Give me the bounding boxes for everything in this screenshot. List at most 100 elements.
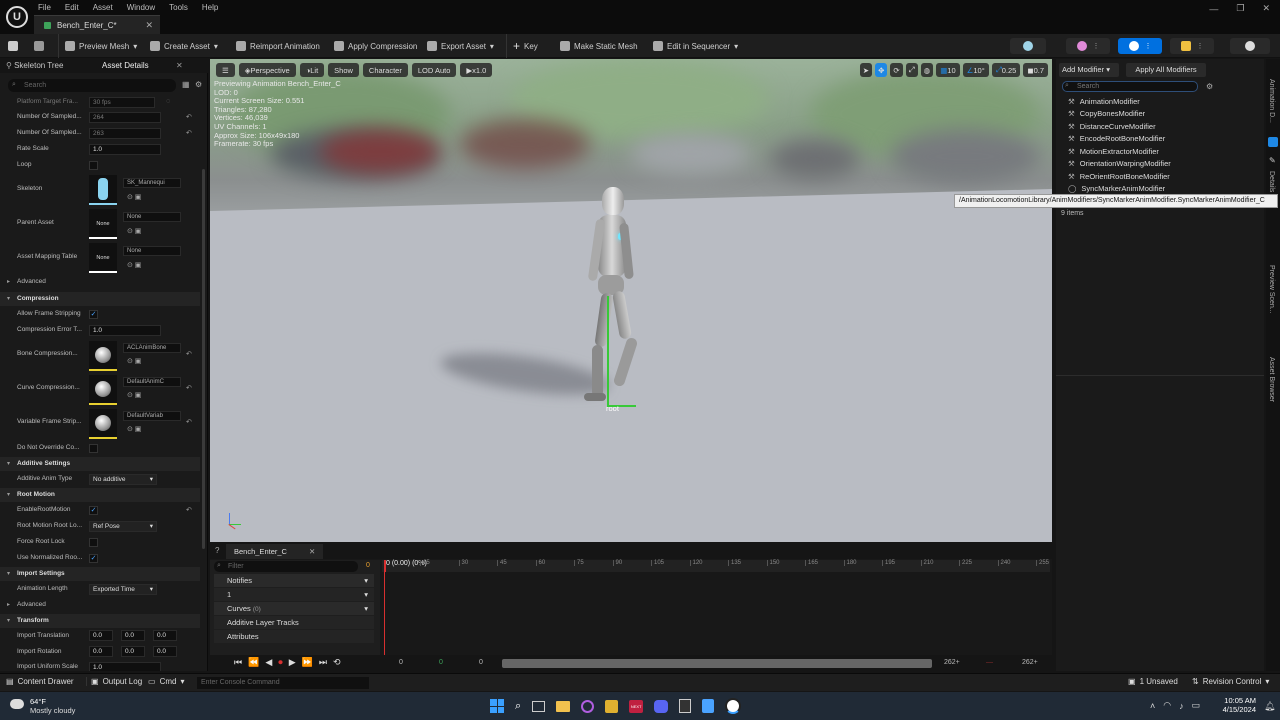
next-app-icon[interactable]: NEXT <box>629 699 644 713</box>
modifier-search-input[interactable]: Search <box>1062 81 1198 92</box>
rate-scale-field[interactable]: 1.0 <box>89 144 161 155</box>
document-tab[interactable]: Bench_Enter_C* ✕ <box>34 15 160 34</box>
number-sampled-frames-field[interactable]: 264 <box>89 112 161 123</box>
key-button[interactable]: + Key <box>506 34 538 58</box>
parent-asset-picker[interactable]: None <box>123 212 181 222</box>
track-area[interactable] <box>382 573 1050 655</box>
parent-asset-thumbnail[interactable]: None <box>89 209 117 239</box>
wifi-icon[interactable]: ◠ <box>1163 700 1171 711</box>
tab-details[interactable]: Details <box>1268 171 1275 192</box>
time-ruler[interactable]: 0 (0.00) (0%) 15 30 45 60 75 90 105 120 135 150 16… <box>382 560 1050 572</box>
reset-arrow-icon[interactable]: ↶ <box>186 506 192 514</box>
skeleton-mode-button[interactable] <box>1010 38 1046 54</box>
world-local-icon[interactable]: ◍ <box>920 63 934 77</box>
root-motion-lock-select[interactable]: Ref Pose ▾ <box>89 521 157 532</box>
record-icon[interactable]: ⏺ <box>278 657 283 668</box>
reset-arrow-icon[interactable]: ↶ <box>186 418 192 426</box>
rotation-y-field[interactable]: 0.0 <box>121 646 145 657</box>
make-static-mesh-button[interactable]: Make Static Mesh <box>560 34 638 58</box>
reimport-animation-button[interactable]: Reimport Animation <box>236 34 320 58</box>
allow-frame-stripping-checkbox[interactable]: ✓ <box>89 310 98 319</box>
platform-target-select[interactable]: 30 fps <box>89 97 155 108</box>
translation-z-field[interactable]: 0.0 <box>153 630 177 641</box>
skeleton-thumbnail[interactable] <box>89 175 117 205</box>
rotation-x-field[interactable]: 0.0 <box>89 646 113 657</box>
discord-icon[interactable] <box>654 699 669 713</box>
notify-track-row[interactable]: 1 ▾ <box>214 588 374 601</box>
asset-mapping-thumbnail[interactable]: None <box>89 243 117 273</box>
obs-icon[interactable] <box>581 699 595 713</box>
start-frame-c[interactable]: 0 <box>479 659 483 666</box>
table-view-icon[interactable]: ▦ <box>182 80 190 89</box>
advanced-expander[interactable]: ▸ Advanced <box>0 277 200 289</box>
notifies-track[interactable]: Notifies ▾ <box>214 574 374 587</box>
rotation-snap-button[interactable]: ∠ 10° <box>962 63 989 77</box>
modifier-item[interactable]: ⚒ MotionExtractorModifier <box>1068 145 1159 157</box>
add-modifier-button[interactable]: Add Modifier ▾ <box>1059 63 1119 77</box>
close-panel-icon[interactable]: ✕ <box>176 61 183 70</box>
tab-asset-browser[interactable]: Asset Browser <box>1268 357 1275 402</box>
attributes-track[interactable]: Attributes <box>214 630 374 643</box>
browse-to-asset-icon[interactable]: ⊙ ▣ <box>127 261 141 269</box>
start-frame-a[interactable]: 0 <box>399 659 403 666</box>
browse-to-asset-icon[interactable]: ⊙ ▣ <box>127 227 141 235</box>
export-asset-button[interactable]: Export Asset ▾ <box>427 34 494 58</box>
bone-compression-thumbnail[interactable] <box>89 341 117 371</box>
weather-widget[interactable]: 64°F Mostly cloudy <box>10 697 90 717</box>
physics-mode-button[interactable] <box>1230 38 1270 54</box>
reset-arrow-icon[interactable]: ↶ <box>186 350 192 358</box>
translation-y-field[interactable]: 0.0 <box>121 630 145 641</box>
task-view-icon[interactable] <box>532 700 546 712</box>
current-frame-field[interactable]: 0 <box>366 562 370 569</box>
details-tab-icon[interactable] <box>1268 137 1278 147</box>
perspective-button[interactable]: ◈ Perspective <box>238 63 296 77</box>
settings-gear-icon[interactable]: ⚙ <box>1206 82 1213 91</box>
play-reverse-icon[interactable]: ◀ <box>265 657 272 668</box>
reset-arrow-icon[interactable]: ↶ <box>186 129 192 137</box>
skeleton-asset-picker[interactable]: SK_Mannequi <box>123 178 181 188</box>
details-search-input[interactable]: Search <box>8 79 176 92</box>
mannequin-character[interactable] <box>582 187 642 407</box>
additive-layer-track[interactable]: Additive Layer Tracks <box>214 616 374 629</box>
unreal-engine-icon[interactable] <box>725 698 742 714</box>
create-asset-button[interactable]: Create Asset ▾ <box>150 34 218 58</box>
menu-help[interactable]: Help <box>202 3 218 12</box>
compression-category[interactable]: ▾ Compression <box>0 292 200 306</box>
loop-icon[interactable]: ⟲ <box>333 657 341 668</box>
browse-to-asset-icon[interactable]: ⊙ ▣ <box>127 425 141 433</box>
edit-icon[interactable]: ✎ <box>1269 156 1276 165</box>
start-frame-b[interactable]: 0 <box>439 659 443 666</box>
maximize-icon[interactable]: ❐ <box>1236 3 1244 14</box>
loop-checkbox[interactable] <box>89 161 98 170</box>
menu-file[interactable]: File <box>38 3 51 12</box>
use-normalized-checkbox[interactable]: ✓ <box>89 554 98 563</box>
modifier-item[interactable]: ⚒ OrientationWarpingModifier <box>1068 158 1171 170</box>
playback-speed-button[interactable]: ▶ x1.0 <box>460 63 493 77</box>
help-icon[interactable]: ? <box>215 546 219 555</box>
browse-to-asset-icon[interactable]: ⊙ ▣ <box>127 193 141 201</box>
epic-games-icon[interactable] <box>679 699 692 713</box>
menu-asset[interactable]: Asset <box>93 3 113 12</box>
rotation-z-field[interactable]: 0.0 <box>153 646 177 657</box>
tab-skeleton-tree[interactable]: ⚲ Skeleton Tree <box>6 61 63 70</box>
curves-track[interactable]: Curves (0) ▾ <box>214 602 374 615</box>
cmd-selector[interactable]: ▭ Cmd ▾ <box>148 677 184 686</box>
timeline-tab[interactable]: Bench_Enter_C ✕ <box>226 544 324 559</box>
modifier-item[interactable]: ⚒ ReOrientRootBoneModifier <box>1068 170 1170 182</box>
search-icon[interactable]: ⌕ <box>515 700 521 713</box>
close-window-icon[interactable]: ✕ <box>1262 3 1270 14</box>
animation-length-select[interactable]: Exported Time ▾ <box>89 584 157 595</box>
reset-arrow-icon[interactable]: ↶ <box>186 113 192 121</box>
scale-icon[interactable]: ⤢ <box>905 63 918 77</box>
content-drawer-button[interactable]: ▤ Content Drawer <box>6 677 74 686</box>
end-frame-a[interactable]: 262+ <box>944 659 960 666</box>
browse-to-asset-icon[interactable]: ⊙ ▣ <box>127 357 141 365</box>
import-settings-category[interactable]: ▾ Import Settings <box>0 567 200 581</box>
battery-icon[interactable]: ▭ <box>1192 700 1201 711</box>
notepad-icon[interactable] <box>605 699 619 713</box>
lod-button[interactable]: LOD Auto <box>411 63 457 77</box>
preview-mesh-button[interactable]: Preview Mesh ▾ <box>58 34 137 58</box>
revision-control-button[interactable]: ⇅ Revision Control ▾ <box>1192 677 1269 686</box>
do-not-override-checkbox[interactable] <box>89 444 98 453</box>
show-button[interactable]: Show <box>328 63 359 77</box>
